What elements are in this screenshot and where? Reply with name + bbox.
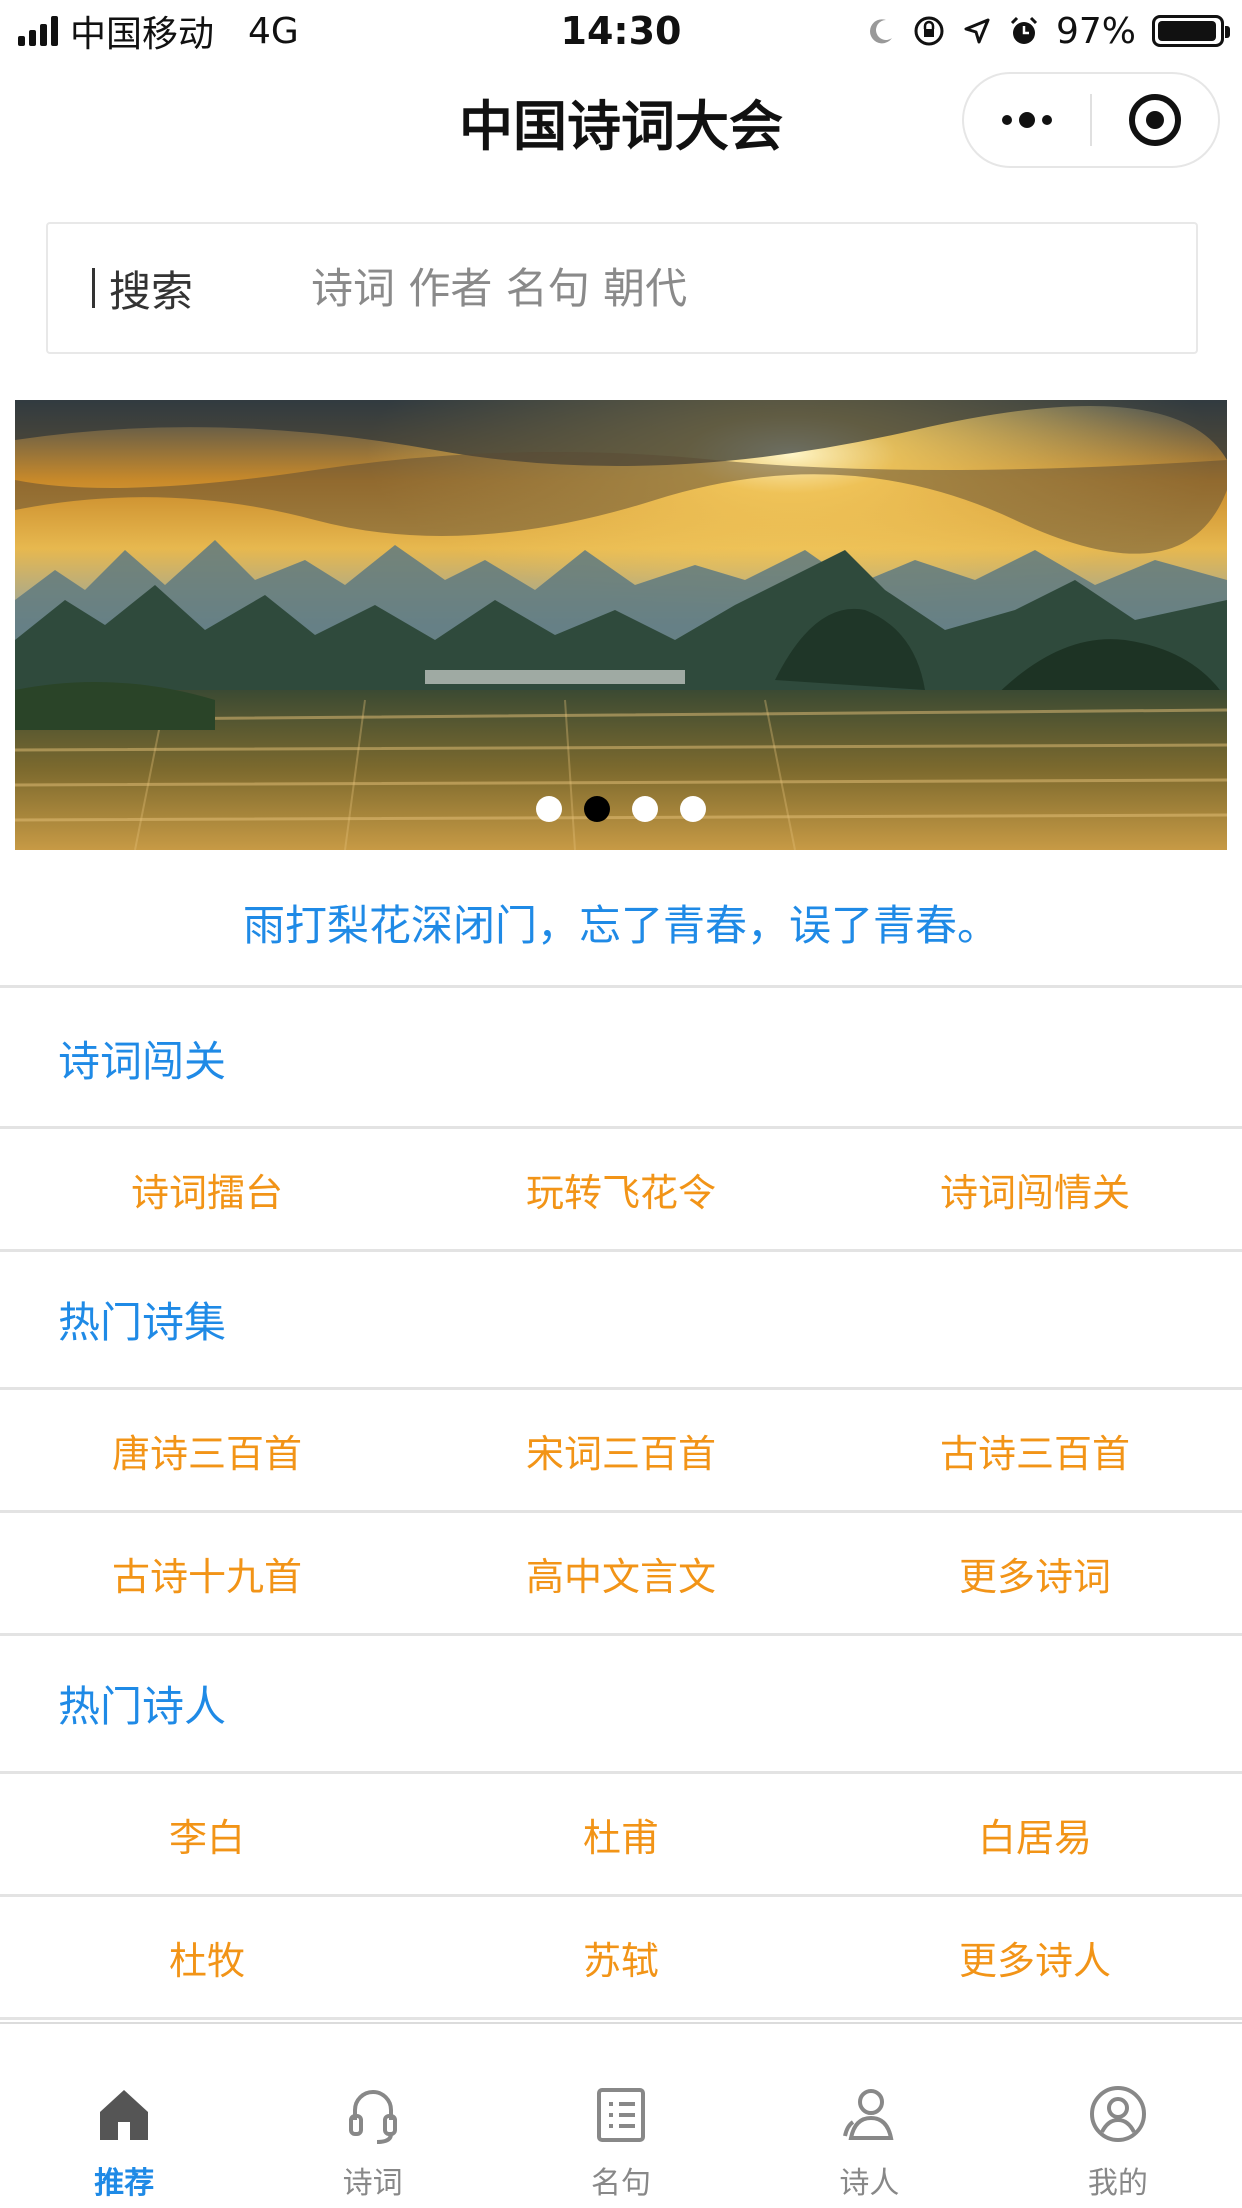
tab-label: 诗人 xyxy=(839,2166,900,2201)
link-item[interactable]: 李白 xyxy=(0,1807,414,1862)
tab-mine[interactable]: 我的 xyxy=(994,2024,1242,2208)
section-row: 诗词擂台 玩转飞花令 诗词闯情关 xyxy=(0,1129,1242,1252)
link-item[interactable]: 唐诗三百首 xyxy=(0,1423,414,1478)
link-item[interactable]: 诗词擂台 xyxy=(0,1162,414,1217)
section-row: 杜牧 苏轼 更多诗人 xyxy=(0,1897,1242,2020)
tab-label: 我的 xyxy=(1087,2166,1148,2201)
profile-icon xyxy=(1089,2086,1146,2142)
link-item[interactable]: 古诗十九首 xyxy=(0,1546,414,1601)
page-title: 中国诗词大会 xyxy=(459,94,783,158)
battery-percent: 97% xyxy=(1055,10,1136,52)
moon-icon xyxy=(870,19,892,44)
tab-poems[interactable]: 诗词 xyxy=(248,2024,496,2208)
tab-label: 诗词 xyxy=(342,2166,403,2201)
section-row: 古诗十九首 高中文言文 更多诗词 xyxy=(0,1513,1242,1636)
section-title-collections: 热门诗集 xyxy=(0,1252,1242,1390)
banner-dot[interactable] xyxy=(632,796,658,822)
close-button[interactable] xyxy=(1092,74,1218,166)
network-label: 4G xyxy=(248,10,299,52)
user-icon xyxy=(843,2089,894,2140)
banner-dot[interactable] xyxy=(680,796,706,822)
more-button[interactable] xyxy=(964,74,1090,166)
location-icon xyxy=(964,18,990,44)
bottom-tab-bar: 推荐 诗词 名句 诗人 我的 xyxy=(0,2022,1242,2208)
search-input[interactable] xyxy=(311,263,1112,313)
link-item[interactable]: 古诗三百首 xyxy=(828,1423,1242,1478)
tab-recommend[interactable]: 推荐 xyxy=(0,2024,248,2208)
nav-bar: 中国诗词大会 xyxy=(0,62,1242,180)
cursor-bar xyxy=(92,268,95,308)
tab-quotes[interactable]: 名句 xyxy=(497,2024,745,2208)
banner-dot-active[interactable] xyxy=(584,796,610,822)
link-item[interactable]: 更多诗词 xyxy=(828,1546,1242,1601)
status-bar: 中国移动 4G 14:30 97% xyxy=(0,0,1242,62)
link-item[interactable]: 诗词闯情关 xyxy=(828,1162,1242,1217)
tab-label: 名句 xyxy=(591,2166,652,2201)
link-item[interactable]: 高中文言文 xyxy=(414,1546,828,1601)
link-item[interactable]: 杜甫 xyxy=(414,1807,828,1862)
link-item[interactable]: 更多诗人 xyxy=(828,1930,1242,1985)
tab-label: 推荐 xyxy=(94,2166,155,2201)
section-title-poets: 热门诗人 xyxy=(0,1636,1242,1774)
mini-program-capsule xyxy=(962,72,1220,168)
link-item[interactable]: 宋词三百首 xyxy=(414,1423,828,1478)
home-icon xyxy=(100,2090,149,2140)
headphones-icon xyxy=(348,2090,397,2144)
section-row: 李白 杜甫 白居易 xyxy=(0,1774,1242,1897)
rotation-lock-icon xyxy=(914,16,944,46)
link-item[interactable]: 苏轼 xyxy=(414,1930,828,1985)
banner-image xyxy=(15,400,1227,850)
signal-icon xyxy=(18,16,58,46)
alarm-icon xyxy=(1010,16,1038,44)
link-item[interactable]: 白居易 xyxy=(828,1807,1242,1862)
section-title-challenge: 诗词闯关 xyxy=(0,991,1242,1129)
list-icon xyxy=(597,2088,646,2142)
banner-carousel[interactable] xyxy=(15,400,1227,850)
link-item[interactable]: 杜牧 xyxy=(0,1930,414,1985)
daily-quote[interactable]: 雨打梨花深闭门，忘了青春，误了青春。 xyxy=(0,860,1242,988)
link-item[interactable]: 玩转飞花令 xyxy=(414,1162,828,1217)
carrier-label: 中国移动 xyxy=(70,14,215,55)
target-icon xyxy=(1129,94,1181,146)
banner-dot[interactable] xyxy=(536,796,562,822)
battery-icon xyxy=(1152,15,1230,47)
banner-pagination xyxy=(15,796,1227,822)
search-bar[interactable]: 搜索 xyxy=(46,222,1198,354)
section-row: 唐诗三百首 宋词三百首 古诗三百首 xyxy=(0,1390,1242,1513)
more-dots-icon xyxy=(1002,112,1052,128)
tab-poets[interactable]: 诗人 xyxy=(745,2024,993,2208)
search-label: 搜索 xyxy=(92,258,193,319)
